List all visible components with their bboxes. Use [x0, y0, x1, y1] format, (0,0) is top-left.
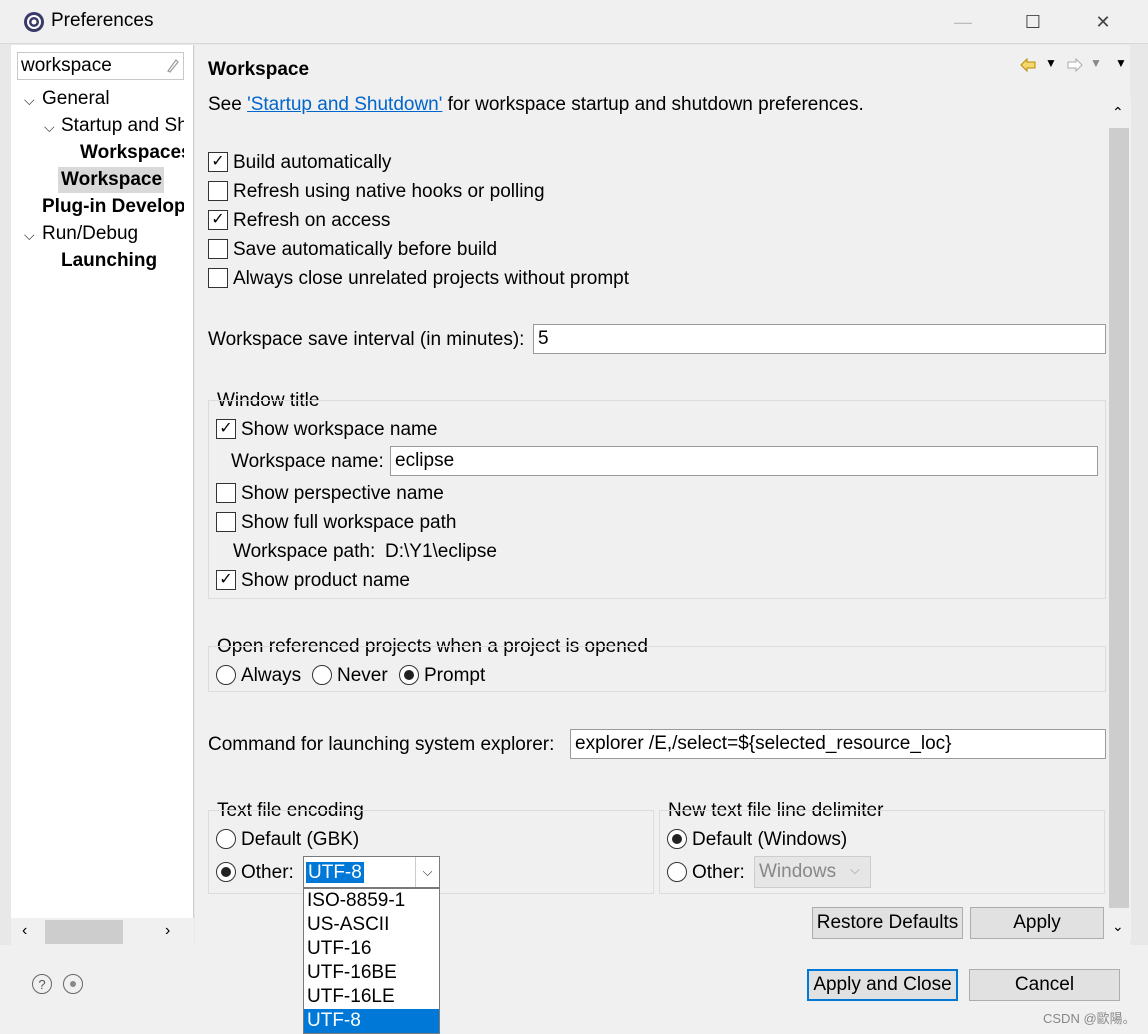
show-ws-name-label: Show workspace name	[241, 419, 438, 440]
line-delim-default-label: Default (Windows)	[692, 829, 848, 850]
encoding-option[interactable]: UTF-16	[304, 937, 439, 961]
refresh-native-label: Refresh using native hooks or polling	[233, 181, 545, 202]
encoding-option[interactable]: UTF-16BE	[304, 961, 439, 985]
chevron-down-icon: ⌵	[850, 862, 860, 877]
show-ws-name-checkbox[interactable]: ✓	[216, 419, 236, 439]
line-delim-default-radio[interactable]	[667, 829, 687, 849]
cancel-button[interactable]: Cancel	[969, 969, 1120, 1001]
save-auto-label: Save automatically before build	[233, 239, 498, 260]
show-product-checkbox[interactable]: ✓	[216, 570, 236, 590]
encoding-option[interactable]: UTF-16LE	[304, 985, 439, 1009]
encoding-combo-value: UTF-8	[306, 862, 364, 883]
encoding-other-label: Other:	[241, 862, 294, 883]
clear-filter-icon[interactable]	[166, 57, 182, 75]
line-delim-other-radio[interactable]	[667, 862, 687, 882]
encoding-other-radio[interactable]	[216, 862, 236, 882]
scroll-up-icon[interactable]: ⌃	[1112, 104, 1124, 121]
refresh-access-label: Refresh on access	[233, 210, 391, 231]
minimize-button[interactable]: —	[928, 0, 998, 44]
explorer-input[interactable]: explorer /E,/select=${selected_resource_…	[570, 729, 1106, 759]
tree-item-workspace[interactable]: Workspace	[58, 167, 164, 193]
window-title: Preferences	[51, 10, 154, 31]
watermark: CSDN @歐陽。	[1043, 1011, 1136, 1026]
scrollbar-thumb[interactable]	[45, 920, 123, 944]
close-button[interactable]: ✕	[1068, 0, 1138, 44]
save-interval-input[interactable]: 5	[533, 324, 1106, 354]
filter-value: workspace	[21, 55, 112, 76]
save-interval-label: Workspace save interval (in minutes):	[208, 329, 525, 350]
chevron-down-icon[interactable]: ⌵	[24, 227, 35, 244]
ws-path-value: D:\Y1\eclipse	[385, 541, 497, 562]
chevron-down-icon[interactable]: ⌵	[44, 119, 55, 136]
show-full-path-checkbox[interactable]	[216, 512, 236, 532]
apply-and-close-button[interactable]: Apply and Close	[807, 969, 958, 1001]
chevron-down-icon[interactable]: ⌵	[415, 857, 439, 887]
save-auto-checkbox[interactable]	[208, 239, 228, 259]
show-perspective-checkbox[interactable]	[216, 483, 236, 503]
tree-item-launching[interactable]: Launching	[61, 250, 157, 272]
refresh-access-checkbox[interactable]: ✓	[208, 210, 228, 230]
encoding-dropdown-list: ISO-8859-1 US-ASCII UTF-16 UTF-16BE UTF-…	[303, 888, 440, 1034]
scroll-down-icon[interactable]: ⌄	[1112, 918, 1124, 935]
chevron-down-icon[interactable]: ⌵	[24, 92, 35, 109]
forward-menu-icon[interactable]: ▼	[1090, 56, 1102, 70]
tree-item-rundebug[interactable]: Run/Debug	[42, 223, 138, 245]
refresh-native-checkbox[interactable]	[208, 181, 228, 201]
encoding-default-label: Default (GBK)	[241, 829, 360, 850]
prompt-label: Prompt	[424, 665, 486, 686]
scrollbar-thumb[interactable]	[1109, 128, 1129, 908]
prompt-radio[interactable]	[399, 665, 419, 685]
line-delim-other-label: Other:	[692, 862, 745, 883]
page-title: Workspace	[208, 59, 310, 80]
startup-shutdown-link[interactable]: 'Startup and Shutdown'	[247, 94, 442, 115]
show-product-label: Show product name	[241, 570, 410, 591]
close-unrelated-label: Always close unrelated projects without …	[233, 268, 630, 289]
forward-arrow-icon[interactable]	[1067, 56, 1083, 78]
always-radio[interactable]	[216, 665, 236, 685]
eclipse-gear-icon	[22, 10, 46, 34]
show-perspective-label: Show perspective name	[241, 483, 444, 504]
always-label: Always	[241, 665, 302, 686]
back-arrow-icon[interactable]	[1020, 56, 1036, 78]
never-radio[interactable]	[312, 665, 332, 685]
close-unrelated-checkbox[interactable]	[208, 268, 228, 288]
apply-button[interactable]: Apply	[970, 907, 1104, 939]
view-menu-icon[interactable]: ▼	[1115, 56, 1127, 70]
restore-defaults-button[interactable]: Restore Defaults	[812, 907, 963, 939]
show-full-path-label: Show full workspace path	[241, 512, 457, 533]
tree-item-general[interactable]: General	[42, 88, 110, 110]
build-auto-label: Build automatically	[233, 152, 392, 173]
ws-name-input[interactable]: eclipse	[390, 446, 1098, 476]
encoding-option[interactable]: ISO-8859-1	[304, 889, 439, 913]
encoding-default-radio[interactable]	[216, 829, 236, 849]
scroll-right-icon[interactable]: ›	[165, 922, 170, 940]
tree-item-startup[interactable]: Startup and Sh	[61, 115, 184, 137]
tree-item-plugin[interactable]: Plug-in Develop	[42, 196, 184, 218]
ws-path-label: Workspace path:	[233, 541, 376, 562]
build-auto-checkbox[interactable]: ✓	[208, 152, 228, 172]
import-export-icon[interactable]	[63, 974, 83, 994]
never-label: Never	[337, 665, 388, 686]
scroll-left-icon[interactable]: ‹	[22, 922, 27, 940]
tree-item-workspaces[interactable]: Workspaces	[80, 142, 184, 164]
explorer-label: Command for launching system explorer:	[208, 734, 555, 755]
ws-name-label: Workspace name:	[231, 451, 384, 472]
help-icon[interactable]: ?	[32, 974, 52, 994]
maximize-button[interactable]: ☐	[998, 0, 1068, 44]
encoding-option[interactable]: UTF-8	[304, 1009, 439, 1033]
back-menu-icon[interactable]: ▼	[1045, 56, 1057, 70]
startup-note: See 'Startup and Shutdown' for workspace…	[208, 94, 864, 115]
encoding-option[interactable]: US-ASCII	[304, 913, 439, 937]
